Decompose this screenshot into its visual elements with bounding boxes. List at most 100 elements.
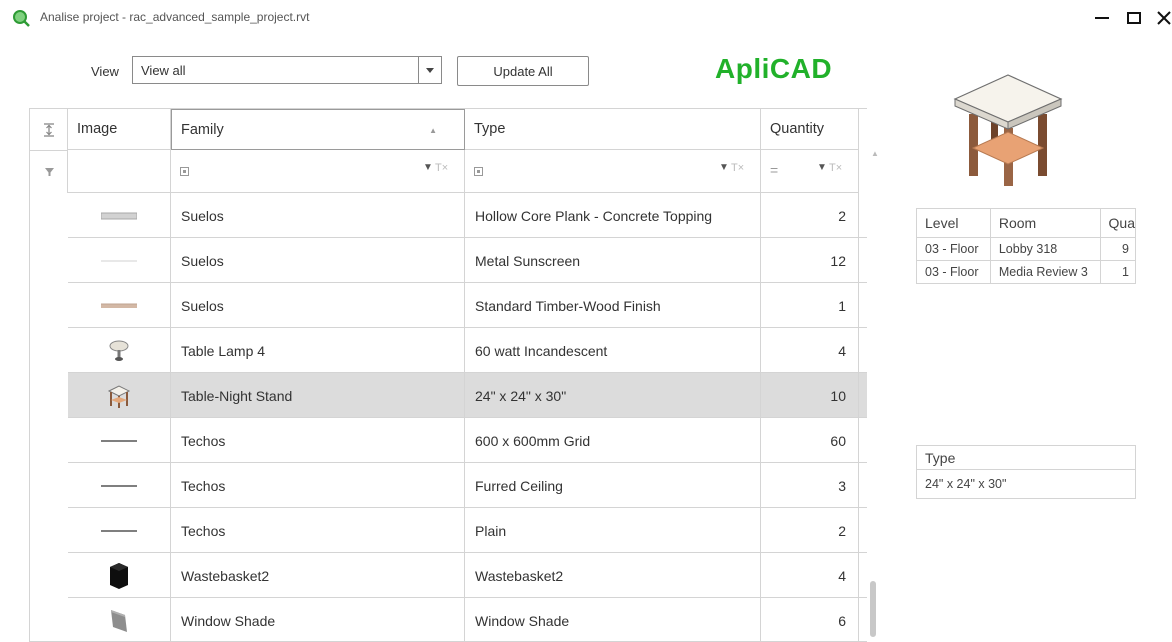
type-cell: 60 watt Incandescent [465,328,761,373]
quantity-cell: 10 [761,373,859,418]
equals-operator-icon[interactable]: = [770,162,778,178]
level-cell: 03 - Floor [916,237,991,261]
family-grid: Image Family ▲ Type Quantity ▼ T× ▼ T× =… [29,108,867,642]
row-thumbnail [68,373,171,418]
row-thumbnail [68,598,171,641]
row-thumbnail [68,328,171,373]
filter-dropdown-icon[interactable]: ▼ [817,162,827,173]
maximize-button[interactable] [1120,4,1148,32]
view-dropdown[interactable]: View all [132,56,442,84]
quantity-cell: 1 [1099,260,1137,284]
quantity-cell: 9 [1099,237,1137,261]
family-cell: Techos [171,418,465,463]
column-header-type[interactable]: Type [465,109,761,150]
filter-dropdown-icon[interactable]: ▼ [423,162,433,173]
rooms-header-level[interactable]: Level [916,208,991,238]
table-row[interactable]: Techos Furred Ceiling 3 [68,463,867,508]
chevron-down-icon[interactable] [418,57,441,83]
quantity-cell: 12 [761,238,859,283]
family-cell: Techos [171,508,465,553]
table-row[interactable]: 03 - Floor Lobby 318 9 [916,237,1137,261]
night-stand-preview-image [953,74,1063,186]
wood-floor-thumbnail [101,303,137,308]
column-header-family[interactable]: Family ▲ [171,109,465,150]
minimize-icon [1095,17,1109,19]
family-cell: Window Shade [171,598,465,641]
window-title: Analise project - rac_advanced_sample_pr… [40,10,310,24]
filter-dropdown-icon[interactable]: ▼ [719,162,729,173]
brand-logo: ApliCAD [715,53,833,84]
search-magnifier-icon [13,10,30,27]
type-cell: Metal Sunscreen [465,238,761,283]
table-row[interactable]: Techos Plain 2 [68,508,867,553]
rooms-header-room[interactable]: Room [989,208,1101,238]
quantity-cell: 1 [761,283,859,328]
quantity-cell: 4 [761,553,859,598]
quantity-cell: 3 [761,463,859,508]
family-cell: Table-Night Stand [171,373,465,418]
clear-filter-icon[interactable]: T× [435,162,448,174]
minimize-button[interactable] [1088,4,1116,32]
window-shade-thumbnail [111,609,127,632]
table-row[interactable]: Table-Night Stand 24" x 24" x 30" 10 [68,373,867,418]
filter-operator-icon[interactable] [180,167,189,176]
type-header[interactable]: Type [917,446,1135,470]
close-button[interactable] [1150,4,1172,32]
table-row[interactable]: Suelos Standard Timber-Wood Finish 1 [68,283,867,328]
family-cell: Wastebasket2 [171,553,465,598]
table-row[interactable]: Window Shade Window Shade 6 [68,598,867,641]
type-cell: Standard Timber-Wood Finish [465,283,761,328]
floor-slab-thumbnail [101,212,137,219]
type-cell: Plain [465,508,761,553]
table-row[interactable]: Table Lamp 4 60 watt Incandescent 4 [68,328,867,373]
room-cell: Lobby 318 [989,237,1101,261]
row-thumbnail [68,283,171,328]
type-value-cell: 24" x 24" x 30" [925,477,1007,491]
rooms-header-quantity[interactable]: Qua [1099,208,1137,238]
quantity-cell: 2 [761,508,859,553]
filter-cell-type[interactable]: ▼ T× [465,150,761,193]
clear-filter-icon[interactable]: T× [829,162,842,174]
vertical-scrollbar-thumb[interactable] [870,581,876,637]
row-thumbnail [68,193,171,238]
row-thumbnail [68,238,171,283]
view-label: View [91,64,119,79]
filter-cell-quantity[interactable]: = ▼ T× [761,150,859,193]
table-row[interactable]: Suelos Hollow Core Plank - Concrete Topp… [68,193,867,238]
table-row[interactable]: Wastebasket2 Wastebasket2 4 [68,553,867,598]
quantity-cell: 2 [761,193,859,238]
filter-operator-icon[interactable] [474,167,483,176]
ceiling-line-thumbnail [101,529,137,532]
rooms-table: Level Room Qua 03 - Floor Lobby 318 9 03… [916,208,1137,284]
type-cell: Window Shade [465,598,761,641]
filter-cell-image [68,150,171,193]
maximize-icon [1127,12,1141,24]
quantity-cell: 4 [761,328,859,373]
expand-rows-icon[interactable] [30,109,68,151]
row-thumbnail [68,508,171,553]
table-row[interactable]: Techos 600 x 600mm Grid 60 [68,418,867,463]
table-lamp-thumbnail [109,340,129,361]
wastebasket-thumbnail [110,562,128,589]
family-cell: Techos [171,463,465,508]
night-stand-thumbnail [107,384,131,408]
type-cell: Wastebasket2 [465,553,761,598]
filter-icon[interactable] [30,151,68,193]
column-header-quantity[interactable]: Quantity [761,109,859,150]
level-cell: 03 - Floor [916,260,991,284]
column-header-image[interactable]: Image [68,109,171,150]
type-table: Type 24" x 24" x 30" [916,445,1136,499]
update-all-button[interactable]: Update All [457,56,589,86]
table-row[interactable]: Suelos Metal Sunscreen 12 [68,238,867,283]
table-row[interactable]: 03 - Floor Media Review 3 1 [916,260,1137,284]
type-cell: 600 x 600mm Grid [465,418,761,463]
row-thumbnail [68,553,171,598]
scroll-up-icon[interactable]: ▲ [871,149,879,158]
title-bar: Analise project - rac_advanced_sample_pr… [0,0,1172,36]
row-thumbnail [68,418,171,463]
quantity-cell: 6 [761,598,859,641]
family-cell: Suelos [171,193,465,238]
clear-filter-icon[interactable]: T× [731,162,744,174]
sort-ascending-icon: ▲ [429,126,437,135]
filter-cell-family[interactable]: ▼ T× [171,150,465,193]
